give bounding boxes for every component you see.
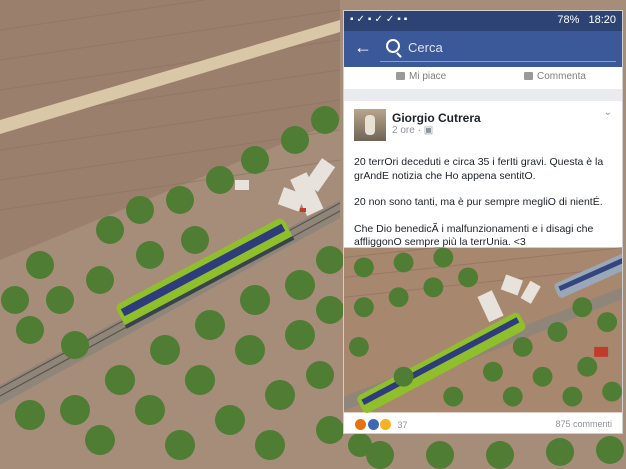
post-photo[interactable] xyxy=(344,247,622,413)
battery-level: 78% xyxy=(557,14,580,26)
avatar[interactable] xyxy=(354,109,386,141)
thumbs-up-icon xyxy=(396,72,405,80)
facebook-top-bar: ← Cerca xyxy=(344,31,622,67)
post-text-line: 20 terrOri deceduti e circa 35 i ferIti … xyxy=(354,156,604,182)
back-arrow-icon[interactable]: ← xyxy=(354,37,372,58)
post-author[interactable]: Giorgio Cutrera xyxy=(392,111,481,125)
divider xyxy=(344,89,622,101)
post-text: 20 terrOri deceduti e circa 35 i ferIti … xyxy=(354,156,616,250)
search-placeholder: Cerca xyxy=(408,40,443,55)
comment-button[interactable]: Commenta xyxy=(524,71,586,82)
status-bar: ▪✓▪✓✓▪▪ 78% 18:20 xyxy=(344,11,622,31)
haha-reaction-icon xyxy=(379,418,393,431)
post-actions: Mi piace Commenta xyxy=(344,67,622,89)
notification-icons: ▪✓▪✓✓▪▪ xyxy=(350,14,411,25)
post-time: 2 ore · ▣ xyxy=(392,125,434,136)
privacy-icon: ▣ xyxy=(423,125,434,136)
post-card: Giorgio Cutrera 2 ore · ▣ ⌄ 20 terrOri d… xyxy=(344,101,622,433)
reactions-count: 37 xyxy=(397,419,408,430)
post-footer: 37 875 commenti xyxy=(344,413,622,433)
angry-reaction-icon xyxy=(354,418,367,431)
search-input[interactable]: Cerca xyxy=(380,37,616,62)
phone-screenshot: ▪✓▪✓✓▪▪ 78% 18:20 ← Cerca Mi piace Comme… xyxy=(343,10,623,434)
clock: 18:20 xyxy=(588,14,616,26)
comments-count[interactable]: 875 commenti xyxy=(555,419,612,429)
search-icon xyxy=(386,39,400,53)
reactions-summary[interactable]: 37 xyxy=(354,418,408,431)
like-button[interactable]: Mi piace xyxy=(396,71,446,82)
chevron-down-icon[interactable]: ⌄ xyxy=(604,107,612,118)
like-reaction-icon xyxy=(366,418,380,431)
post-text-line: 20 non sono tanti, ma è pur sempre megli… xyxy=(354,196,603,208)
comment-icon xyxy=(524,72,533,80)
post-text-line: Che Dio benedicÃ i malfunzionamenti e i … xyxy=(354,222,594,249)
